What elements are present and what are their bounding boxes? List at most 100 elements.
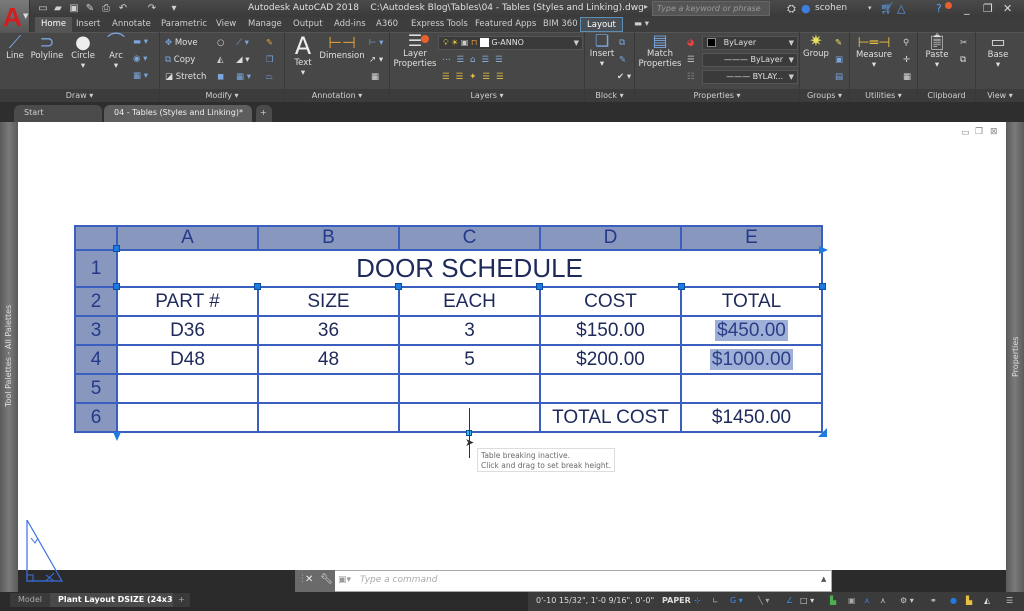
- table-cell[interactable]: D48: [116, 344, 259, 375]
- expand-search-icon[interactable]: ▸: [644, 2, 648, 11]
- layout-tab-active[interactable]: Plant Layout DSIZE (24x36): [50, 593, 190, 607]
- row-header-3[interactable]: 3: [74, 315, 118, 346]
- help-search-input[interactable]: Type a keyword or phrase: [652, 1, 770, 16]
- circle-button[interactable]: ● Circle ▾: [68, 34, 98, 72]
- match-properties-button[interactable]: ▤ Match Properties: [638, 33, 682, 70]
- tool-palettes-bar[interactable]: Tool Palettes - All Palettes: [0, 122, 18, 592]
- table-cell[interactable]: SIZE: [257, 286, 400, 317]
- undo-icon[interactable]: ↶: [117, 2, 129, 15]
- move-button[interactable]: ✥ Move: [165, 37, 198, 49]
- column-grip[interactable]: [819, 283, 826, 290]
- table-cell-selected[interactable]: $450.00: [680, 315, 823, 346]
- table-cell[interactable]: TOTAL: [680, 286, 823, 317]
- lineweight-dropdown[interactable]: ——— BYLAY... ▼: [702, 70, 798, 84]
- table-cell[interactable]: 36: [257, 315, 400, 346]
- table-cell[interactable]: $1450.00: [680, 402, 823, 433]
- panel-label-utilities[interactable]: Utilities ▾: [850, 89, 917, 102]
- trim-icon[interactable]: ⟋ ▾: [236, 37, 249, 49]
- column-header-b[interactable]: B: [257, 225, 400, 251]
- wrench-icon[interactable]: 🔧︎: [320, 574, 333, 585]
- row-header-1[interactable]: 1: [74, 249, 118, 288]
- erase-icon[interactable]: ✎: [266, 37, 273, 49]
- panel-label-annotation[interactable]: Annotation ▾: [285, 89, 389, 102]
- model-tab[interactable]: Model: [10, 593, 51, 607]
- layer-dropdown[interactable]: 💡︎ ☀ ▣ ⊓ G-ANNO ▼: [438, 36, 583, 50]
- table-cell[interactable]: EACH: [398, 286, 541, 317]
- panel-label-draw[interactable]: Draw ▾: [0, 89, 159, 102]
- open-icon[interactable]: ▰: [52, 2, 64, 15]
- copy-button[interactable]: ⧉ Copy: [165, 54, 195, 66]
- array-icon[interactable]: ▦ ▾: [236, 71, 251, 83]
- lineweight-toggle-icon[interactable]: ▙: [830, 594, 836, 608]
- scale-icon[interactable]: ◼: [217, 71, 224, 83]
- command-prompt-icon[interactable]: ▣▾: [338, 575, 351, 585]
- transparency-icon[interactable]: ▣: [848, 594, 856, 608]
- line-button[interactable]: ⟋ Line: [4, 34, 26, 62]
- minimize-icon[interactable]: _: [964, 2, 970, 15]
- row-header-2[interactable]: 2: [74, 286, 118, 317]
- group-button[interactable]: ✷ Group: [802, 33, 830, 60]
- block-attributes-icon[interactable]: ✔ ▾: [617, 71, 631, 83]
- rectangle-icon[interactable]: ▬ ▾: [133, 36, 148, 48]
- close-icon[interactable]: ✕: [1003, 2, 1012, 15]
- doc-tab-active[interactable]: 04 - Tables (Styles and Linking)* ✕: [104, 105, 252, 133]
- arc-button[interactable]: ⌒ Arc ▾: [104, 34, 128, 72]
- new-tab-button[interactable]: +: [256, 105, 272, 122]
- table-cell[interactable]: [257, 373, 400, 404]
- panel-label-view[interactable]: View ▾: [976, 89, 1024, 102]
- column-header-d[interactable]: D: [539, 225, 682, 251]
- polar-icon[interactable]: G ▾: [730, 594, 743, 608]
- group-select-icon[interactable]: ▤: [835, 71, 843, 83]
- properties-palette-bar[interactable]: Properties: [1006, 122, 1024, 592]
- plot-icon[interactable]: ⎙: [100, 2, 112, 15]
- table-cell[interactable]: [257, 402, 400, 433]
- table-grip-top-left[interactable]: [113, 245, 120, 252]
- boundary-icon[interactable]: ▦ ▾: [133, 70, 148, 82]
- calculator-icon[interactable]: ▦: [903, 71, 911, 83]
- base-view-button[interactable]: ▭ Base ▾: [984, 34, 1012, 71]
- column-grip[interactable]: [113, 283, 120, 290]
- command-input[interactable]: Type a command: [360, 575, 437, 585]
- row-header-6[interactable]: 6: [74, 402, 118, 433]
- table-cell-selected[interactable]: $1000.00: [680, 344, 823, 375]
- layer-properties-button[interactable]: ☰ Layer Properties: [393, 33, 437, 70]
- tab-parametric[interactable]: Parametric: [155, 17, 213, 32]
- table-cell[interactable]: [116, 373, 259, 404]
- fillet-icon[interactable]: ◢ ▾: [236, 54, 250, 66]
- save-icon[interactable]: ▣: [68, 2, 80, 15]
- row-header-4[interactable]: 4: [74, 344, 118, 375]
- copy-clip-icon[interactable]: ⧉: [960, 54, 966, 66]
- close-command-icon[interactable]: ✕: [305, 574, 313, 585]
- panel-label-layers[interactable]: Layers ▾: [390, 89, 584, 102]
- row-header-5[interactable]: 5: [74, 373, 118, 404]
- annotation-monitor-icon[interactable]: ⚭: [930, 594, 937, 608]
- ribbon-options-icon[interactable]: ▬ ▾: [628, 17, 655, 32]
- mirror-icon[interactable]: ◭: [217, 54, 224, 66]
- panel-label-properties[interactable]: Properties ▾: [635, 89, 799, 102]
- table-cell[interactable]: D36: [116, 315, 259, 346]
- user-icon[interactable]: ●: [801, 2, 811, 15]
- saveas-icon[interactable]: ✎: [84, 2, 96, 15]
- measure-button[interactable]: ⊢═⊣ Measure ▾: [854, 36, 894, 70]
- tab-add-ins[interactable]: Add-ins: [328, 17, 372, 32]
- table-resize-grip[interactable]: [818, 428, 827, 437]
- tab-express-tools[interactable]: Express Tools: [405, 17, 474, 32]
- tab-manage[interactable]: Manage: [242, 17, 288, 32]
- tab-bim-360[interactable]: BIM 360: [537, 17, 584, 32]
- table-cell[interactable]: [680, 373, 823, 404]
- table-cell[interactable]: PART #: [116, 286, 259, 317]
- object-snap-tracking-icon[interactable]: ∠: [786, 594, 793, 608]
- restore-icon[interactable]: ❐: [983, 2, 993, 15]
- annotation-scale-icon[interactable]: ⋏: [880, 594, 886, 608]
- viewport-restore-icon[interactable]: ❐: [975, 127, 983, 137]
- paper-space-toggle[interactable]: PAPER: [662, 594, 691, 608]
- offset-icon[interactable]: ⏢: [266, 71, 273, 83]
- table-cell[interactable]: [116, 402, 259, 433]
- doc-tab-start[interactable]: Start: [14, 105, 102, 122]
- panel-label-modify[interactable]: Modify ▾: [160, 89, 284, 102]
- door-schedule-table[interactable]: A B C D E 1 DOOR SCHEDULE 2 PART # SIZE …: [74, 225, 823, 433]
- new-icon[interactable]: ▭: [37, 2, 49, 15]
- viewport-close-icon[interactable]: ⊠: [990, 127, 998, 137]
- table-width-grip[interactable]: [819, 246, 828, 254]
- dimension-button[interactable]: ⊢⊣ Dimension: [319, 35, 365, 62]
